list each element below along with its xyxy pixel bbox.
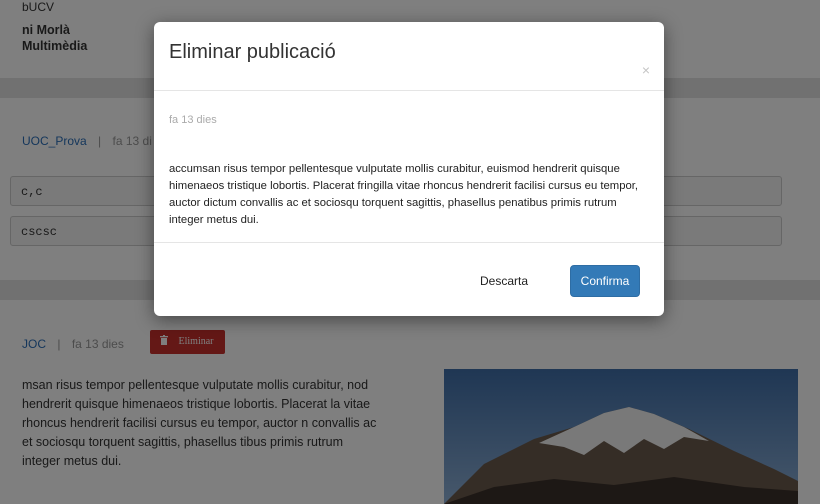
cancel-button[interactable]: Descarta [480,274,528,288]
confirm-button[interactable]: Confirma [570,265,640,297]
post-text: accumsan risus tempor pellentesque vulpu… [169,163,639,226]
modal-header: Eliminar publicació × [154,22,664,91]
close-icon[interactable]: × [642,62,650,78]
post-time: fa 13 dies [169,114,217,126]
modal-footer: Descarta Confirma [154,242,664,316]
modal-title: Eliminar publicació [169,41,336,63]
delete-post-dialog: Eliminar publicació × fa 13 dies accumsa… [154,22,664,316]
